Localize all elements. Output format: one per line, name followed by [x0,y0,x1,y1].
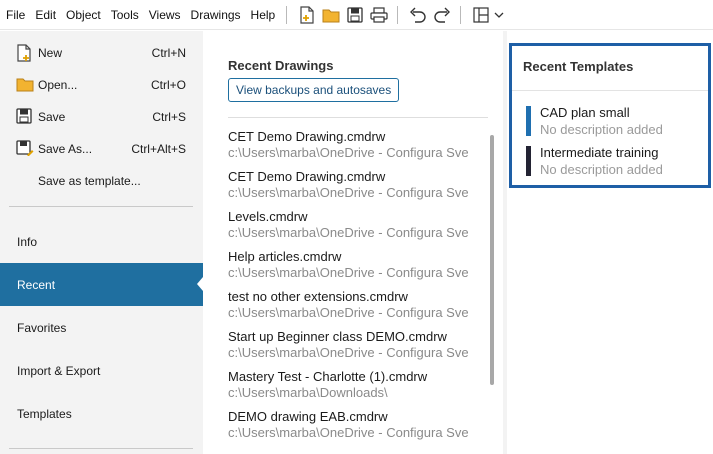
recent-drawing-item[interactable]: DEMO drawing EAB.cmdrw c:\Users\marba\On… [228,409,488,449]
drawing-name: Mastery Test - Charlotte (1).cmdrw [228,369,428,384]
open-folder-icon[interactable] [319,0,343,30]
recent-list-scrollbar[interactable] [490,135,494,385]
open-folder-icon [16,76,34,94]
layout-icon[interactable] [469,0,493,30]
open-label: Open... [38,78,78,92]
nav-info[interactable]: Info [0,220,203,263]
menu-edit[interactable]: Edit [30,0,61,30]
nav-templates[interactable]: Templates [0,392,203,435]
recent-drawing-item[interactable]: test no other extensions.cmdrw c:\Users\… [228,289,488,329]
panel-separator [503,31,507,454]
save-as-template-command[interactable]: Save as template... [0,165,203,197]
recent-drawing-item[interactable]: Help articles.cmdrw c:\Users\marba\OneDr… [228,249,488,289]
recent-templates-panel: Recent Templates CAD plan small No descr… [509,43,711,188]
save-icon [16,108,34,126]
print-icon[interactable] [367,0,391,30]
recent-drawings-panel: Recent Drawings View backups and autosav… [203,31,503,454]
sidebar-divider [9,206,193,207]
new-label: New [38,46,63,60]
new-file-icon [16,44,34,62]
save-shortcut: Ctrl+S [152,110,186,124]
section-divider [228,117,488,118]
save-as-label: Save As... [38,142,93,156]
toolbar-separator [286,5,288,24]
open-shortcut: Ctrl+O [150,78,186,92]
nav-recent[interactable]: Recent [0,263,203,306]
template-item[interactable]: Intermediate training No description add… [526,145,706,177]
toolbar-separator [397,5,399,24]
menu-help[interactable]: Help [246,0,281,30]
menu-drawings[interactable]: Drawings [186,0,246,30]
template-name: Intermediate training [540,145,659,160]
template-color-bar [526,106,531,136]
menu-tools[interactable]: Tools [106,0,144,30]
menu-views[interactable]: Views [144,0,186,30]
drawing-name: Levels.cmdrw [228,209,308,224]
recent-drawing-item[interactable]: Start up Beginner class DEMO.cmdrw c:\Us… [228,329,488,369]
drawing-name: CET Demo Drawing.cmdrw [228,169,386,184]
template-description: No description added [540,122,663,137]
save-as-shortcut: Ctrl+Alt+S [131,142,186,156]
nav-import-export[interactable]: Import & Export [0,349,203,392]
drawing-name: DEMO drawing EAB.cmdrw [228,409,388,424]
menu-file[interactable]: File [0,0,30,30]
new-shortcut: Ctrl+N [151,46,186,60]
toolbar-separator [460,5,462,24]
save-as-icon [16,140,34,158]
save-as-template-label: Save as template... [38,174,141,188]
save-command[interactable]: Save Ctrl+S [0,101,203,133]
recent-drawings-title: Recent Drawings [228,58,334,73]
menu-bar: File Edit Object Tools Views Drawings He… [0,0,713,30]
drawing-path: c:\Users\marba\OneDrive - Configura Sve [228,225,469,240]
template-name: CAD plan small [540,105,630,120]
drawing-name: Help articles.cmdrw [228,249,342,264]
drawing-path: c:\Users\marba\Downloads\ [228,385,388,400]
recent-drawing-item[interactable]: CET Demo Drawing.cmdrw c:\Users\marba\On… [228,129,488,169]
redo-icon[interactable] [430,0,454,30]
open-command[interactable]: Open... Ctrl+O [0,69,203,101]
save-label: Save [38,110,66,124]
sidebar-divider [9,448,193,449]
recent-drawing-item[interactable]: Levels.cmdrw c:\Users\marba\OneDrive - C… [228,209,488,249]
new-file-icon[interactable] [295,0,319,30]
section-divider [512,90,708,91]
nav-favorites[interactable]: Favorites [0,306,203,349]
chevron-down-icon[interactable] [493,0,505,30]
template-description: No description added [540,162,663,177]
recent-drawing-item[interactable]: Mastery Test - Charlotte (1).cmdrw c:\Us… [228,369,488,409]
menu-object[interactable]: Object [61,0,106,30]
drawing-path: c:\Users\marba\OneDrive - Configura Sve [228,425,469,440]
drawing-path: c:\Users\marba\OneDrive - Configura Sve [228,265,469,280]
template-color-bar [526,146,531,176]
save-icon[interactable] [343,0,367,30]
undo-icon[interactable] [406,0,430,30]
recent-drawing-item[interactable]: CET Demo Drawing.cmdrw c:\Users\marba\On… [228,169,488,209]
recent-templates-title: Recent Templates [523,59,634,74]
drawing-name: Start up Beginner class DEMO.cmdrw [228,329,447,344]
view-backups-button[interactable]: View backups and autosaves [228,78,400,102]
drawing-path: c:\Users\marba\OneDrive - Configura Sve [228,185,469,200]
drawing-path: c:\Users\marba\OneDrive - Configura Sve [228,145,469,160]
backstage-sidebar: New Ctrl+N Open... Ctrl+O Save Ctrl+S Sa… [0,31,203,454]
new-command[interactable]: New Ctrl+N [0,37,203,69]
save-as-command[interactable]: Save As... Ctrl+Alt+S [0,133,203,165]
template-item[interactable]: CAD plan small No description added [526,105,706,137]
drawing-path: c:\Users\marba\OneDrive - Configura Sve [228,345,469,360]
drawing-name: test no other extensions.cmdrw [228,289,408,304]
drawing-name: CET Demo Drawing.cmdrw [228,129,386,144]
drawing-path: c:\Users\marba\OneDrive - Configura Sve [228,305,469,320]
